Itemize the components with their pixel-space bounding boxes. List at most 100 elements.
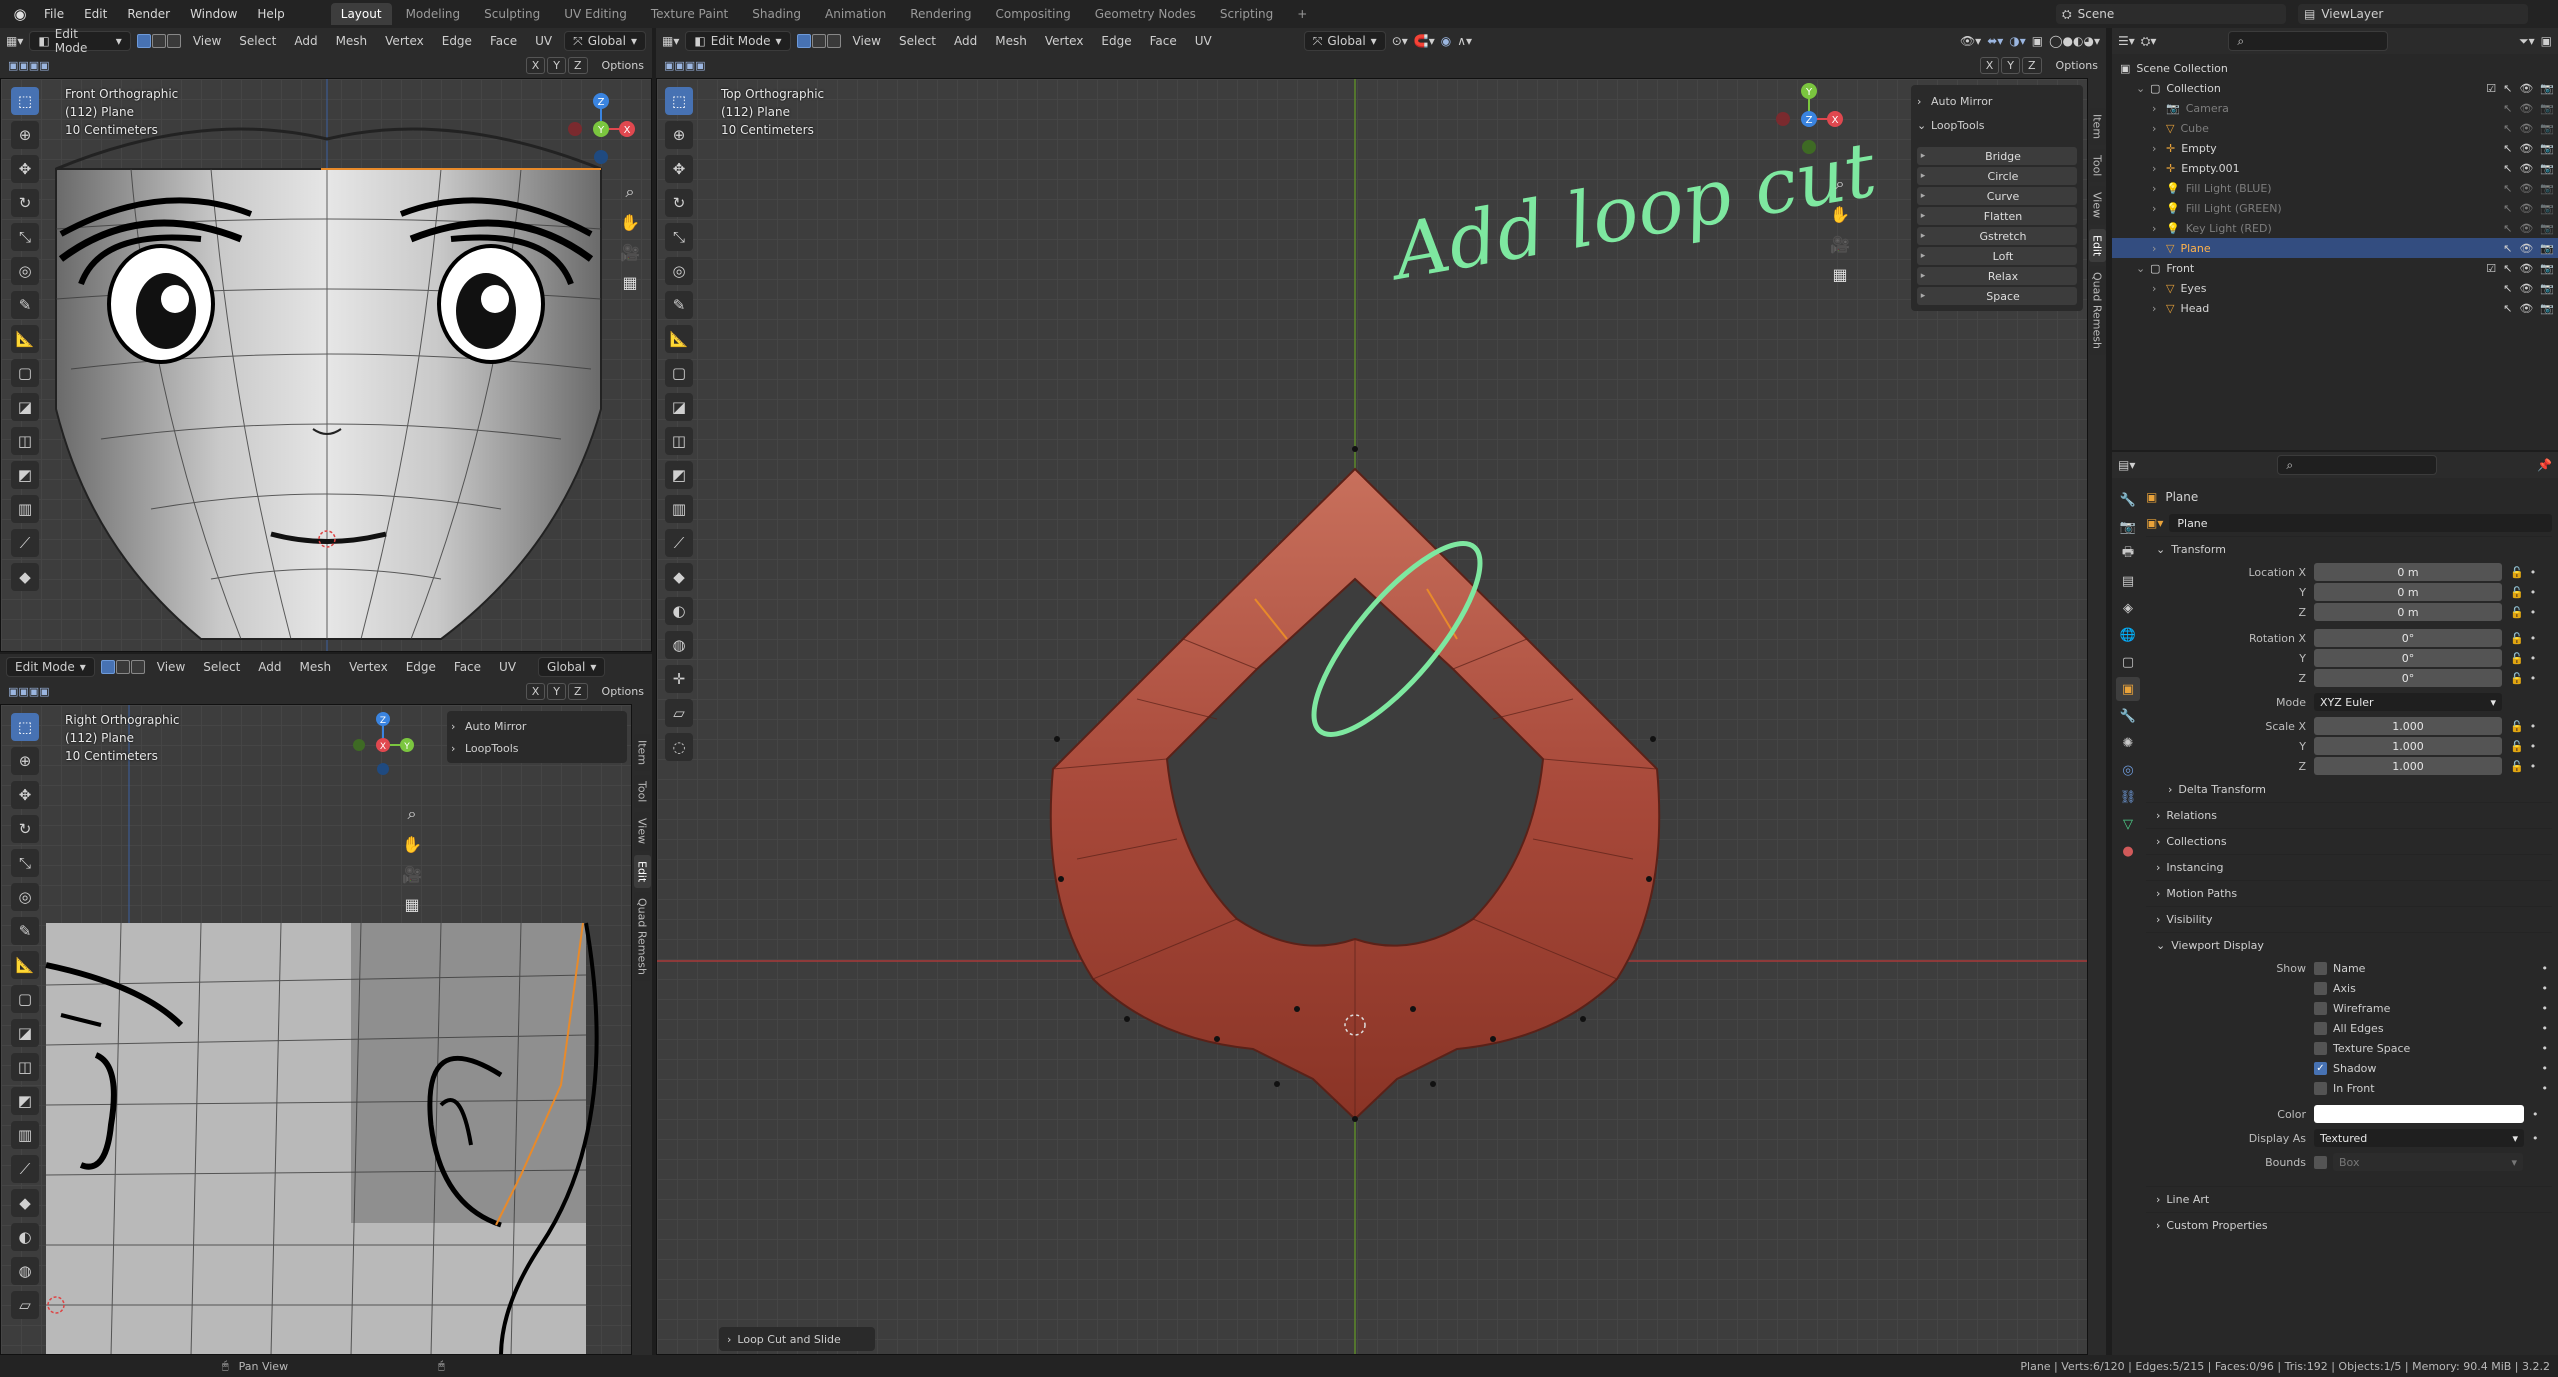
menu-uv[interactable]: UV bbox=[529, 34, 558, 48]
render-camera-icon[interactable]: 📷 bbox=[2540, 182, 2554, 195]
object-tab-icon[interactable]: ▣ bbox=[2116, 677, 2140, 701]
inset-icon[interactable]: ◫ bbox=[11, 1053, 39, 1081]
tab-tool[interactable]: Tool bbox=[2088, 149, 2106, 183]
edge-select-icon[interactable] bbox=[115, 660, 130, 674]
gizmo-toggle-icon[interactable]: ⬌▾ bbox=[1987, 34, 2003, 48]
pin-icon[interactable]: 📌 bbox=[2537, 458, 2552, 472]
output-tab-icon[interactable]: 🖶 bbox=[2116, 542, 2140, 566]
show-checkbox[interactable]: ✓ bbox=[2314, 1061, 2327, 1075]
tab-sculpting[interactable]: Sculpting bbox=[474, 3, 550, 25]
menu-mesh[interactable]: Mesh bbox=[294, 660, 338, 674]
editor-type-icon[interactable]: ☰▾ bbox=[2118, 34, 2135, 48]
cursor-icon[interactable]: ⊕ bbox=[11, 121, 39, 149]
menu-add[interactable]: Add bbox=[252, 660, 287, 674]
front-viewport[interactable]: Front Orthographic (112) Plane 10 Centim… bbox=[0, 78, 652, 652]
right-viewport[interactable]: Right Orthographic (112) Plane 10 Centim… bbox=[0, 704, 632, 1355]
outliner-row[interactable]: › 💡 Fill Light (GREEN) ↖ 👁 📷 bbox=[2112, 198, 2558, 218]
mirror-x[interactable]: X bbox=[525, 56, 546, 74]
tab-view[interactable]: View bbox=[633, 812, 651, 851]
collections-header[interactable]: › Collections bbox=[2146, 828, 2552, 854]
render-camera-icon[interactable]: 📷 bbox=[2540, 242, 2554, 255]
render-camera-icon[interactable]: 📷 bbox=[2540, 162, 2554, 175]
zoom-icon[interactable]: ⌕ bbox=[617, 179, 643, 205]
render-camera-icon[interactable]: 📷 bbox=[2540, 202, 2554, 215]
grid-icon[interactable]: ▦ bbox=[1827, 261, 1853, 287]
mirror-axes[interactable]: XYZ bbox=[525, 682, 588, 700]
delta-transform-header[interactable]: › Delta Transform bbox=[2146, 776, 2552, 802]
mirror-z[interactable]: Z bbox=[2022, 56, 2042, 74]
extrude-icon[interactable]: ◪ bbox=[665, 393, 693, 421]
visibility-eye-icon[interactable]: 👁 bbox=[2519, 102, 2533, 115]
expand-right-icon[interactable]: › bbox=[2152, 202, 2166, 215]
menu-vertex[interactable]: Vertex bbox=[379, 34, 430, 48]
bevel-icon[interactable]: ◩ bbox=[665, 461, 693, 489]
outliner-row[interactable]: ⌄ ▢ Front ☑ ↖ 👁 📷 bbox=[2112, 258, 2558, 278]
looptools-curve-button[interactable]: ▸ Curve bbox=[1917, 187, 2077, 205]
vertex-select-icon[interactable] bbox=[796, 34, 811, 48]
transform-panel-header[interactable]: ⌄ Transform bbox=[2146, 536, 2552, 562]
mirror-axes[interactable]: XYZ bbox=[525, 56, 588, 74]
scale-icon[interactable]: ⤡ bbox=[11, 223, 39, 251]
selection-mode-icons[interactable]: ▣▣▣▣ bbox=[664, 59, 706, 72]
expand-down-icon[interactable]: ⌄ bbox=[2136, 82, 2150, 95]
visibility-eye-icon[interactable]: 👁 bbox=[2519, 242, 2533, 255]
options-dropdown[interactable]: Options bbox=[602, 685, 644, 698]
pan-hand-icon[interactable]: ✋ bbox=[399, 831, 425, 857]
orientation-dropdown[interactable]: ⤧ Global ▾ bbox=[564, 31, 646, 51]
selectable-icon[interactable]: ↖ bbox=[2503, 142, 2512, 155]
keyframe-dot-icon[interactable]: • bbox=[2530, 740, 2537, 753]
looptools-circle-button[interactable]: ▸ Circle bbox=[1917, 167, 2077, 185]
transform-icon[interactable]: ◎ bbox=[665, 257, 693, 285]
outliner-search-input[interactable]: ⌕ bbox=[2228, 31, 2389, 51]
right-nav-gizmo[interactable]: Z Y X bbox=[343, 705, 423, 785]
keyframe-dot-icon[interactable]: • bbox=[2530, 586, 2537, 599]
selectable-icon[interactable]: ↖ bbox=[2503, 102, 2512, 115]
poly-build-icon[interactable]: ◆ bbox=[665, 563, 693, 591]
menu-add[interactable]: Add bbox=[288, 34, 323, 48]
outliner-row[interactable]: › ▽ Cube ↖ 👁 📷 bbox=[2112, 118, 2558, 138]
tab-scripting[interactable]: Scripting bbox=[1210, 3, 1283, 25]
looptools-gstretch-button[interactable]: ▸ Gstretch bbox=[1917, 227, 2077, 245]
selection-mode-icons[interactable]: ▣▣▣▣ bbox=[8, 59, 50, 72]
visibility-eye-icon[interactable]: 👁 bbox=[2519, 162, 2533, 175]
tab-compositing[interactable]: Compositing bbox=[985, 3, 1080, 25]
mirror-y[interactable]: Y bbox=[547, 56, 566, 74]
last-operator-panel[interactable]: › Loop Cut and Slide bbox=[719, 1327, 875, 1351]
motion-paths-header[interactable]: › Motion Paths bbox=[2146, 880, 2552, 906]
shrink-fatten-icon[interactable]: ✛ bbox=[665, 665, 693, 693]
annotate-icon[interactable]: ✎ bbox=[11, 917, 39, 945]
tab-shading[interactable]: Shading bbox=[742, 3, 811, 25]
looptools-flatten-button[interactable]: ▸ Flatten bbox=[1917, 207, 2077, 225]
filter-icon[interactable]: ⏷▾ bbox=[2519, 34, 2535, 49]
outliner-row[interactable]: › 💡 Fill Light (BLUE) ↖ 👁 📷 bbox=[2112, 178, 2558, 198]
mode-dropdown[interactable]: ◧ Edit Mode ▾ bbox=[29, 27, 131, 55]
particles-tab-icon[interactable]: ✺ bbox=[2116, 731, 2140, 755]
visibility-eye-icon[interactable]: 👁 bbox=[2519, 202, 2533, 215]
vertex-select-icon[interactable] bbox=[136, 34, 151, 48]
visibility-header[interactable]: › Visibility bbox=[2146, 906, 2552, 932]
menu-window[interactable]: Window bbox=[182, 7, 245, 21]
new-collection-icon[interactable]: ▣ bbox=[2541, 34, 2552, 48]
tab-view[interactable]: View bbox=[2088, 186, 2106, 225]
auto-mirror-header[interactable]: › Auto Mirror bbox=[1913, 89, 2081, 113]
menu-face[interactable]: Face bbox=[1144, 34, 1183, 48]
tab-layout[interactable]: Layout bbox=[330, 3, 392, 25]
cursor-icon[interactable]: ⊕ bbox=[11, 747, 39, 775]
inset-icon[interactable]: ◫ bbox=[11, 427, 39, 455]
menu-vertex[interactable]: Vertex bbox=[343, 660, 394, 674]
outliner-row[interactable]: › ▽ Eyes ↖ 👁 📷 bbox=[2112, 278, 2558, 298]
relations-header[interactable]: › Relations bbox=[2146, 802, 2552, 828]
looptools-relax-button[interactable]: ▸ Relax bbox=[1917, 267, 2077, 285]
menu-mesh[interactable]: Mesh bbox=[330, 34, 374, 48]
add-cube-icon[interactable]: ▢ bbox=[11, 985, 39, 1013]
top-viewport[interactable]: Add loop cut Top Orthographic (112) Plan… bbox=[656, 78, 2088, 1355]
tab-item[interactable]: Item bbox=[633, 734, 651, 772]
tab-quad-remesh[interactable]: Quad Remesh bbox=[2088, 265, 2106, 355]
rotate-icon[interactable]: ↻ bbox=[11, 815, 39, 843]
move-icon[interactable]: ✥ bbox=[11, 155, 39, 183]
options-dropdown[interactable]: Options bbox=[2056, 59, 2098, 72]
bounds-dropdown[interactable]: Box ▾ bbox=[2333, 1153, 2523, 1171]
menu-edge[interactable]: Edge bbox=[436, 34, 478, 48]
tab-tool[interactable]: Tool bbox=[633, 775, 651, 809]
menu-edge[interactable]: Edge bbox=[1095, 34, 1137, 48]
